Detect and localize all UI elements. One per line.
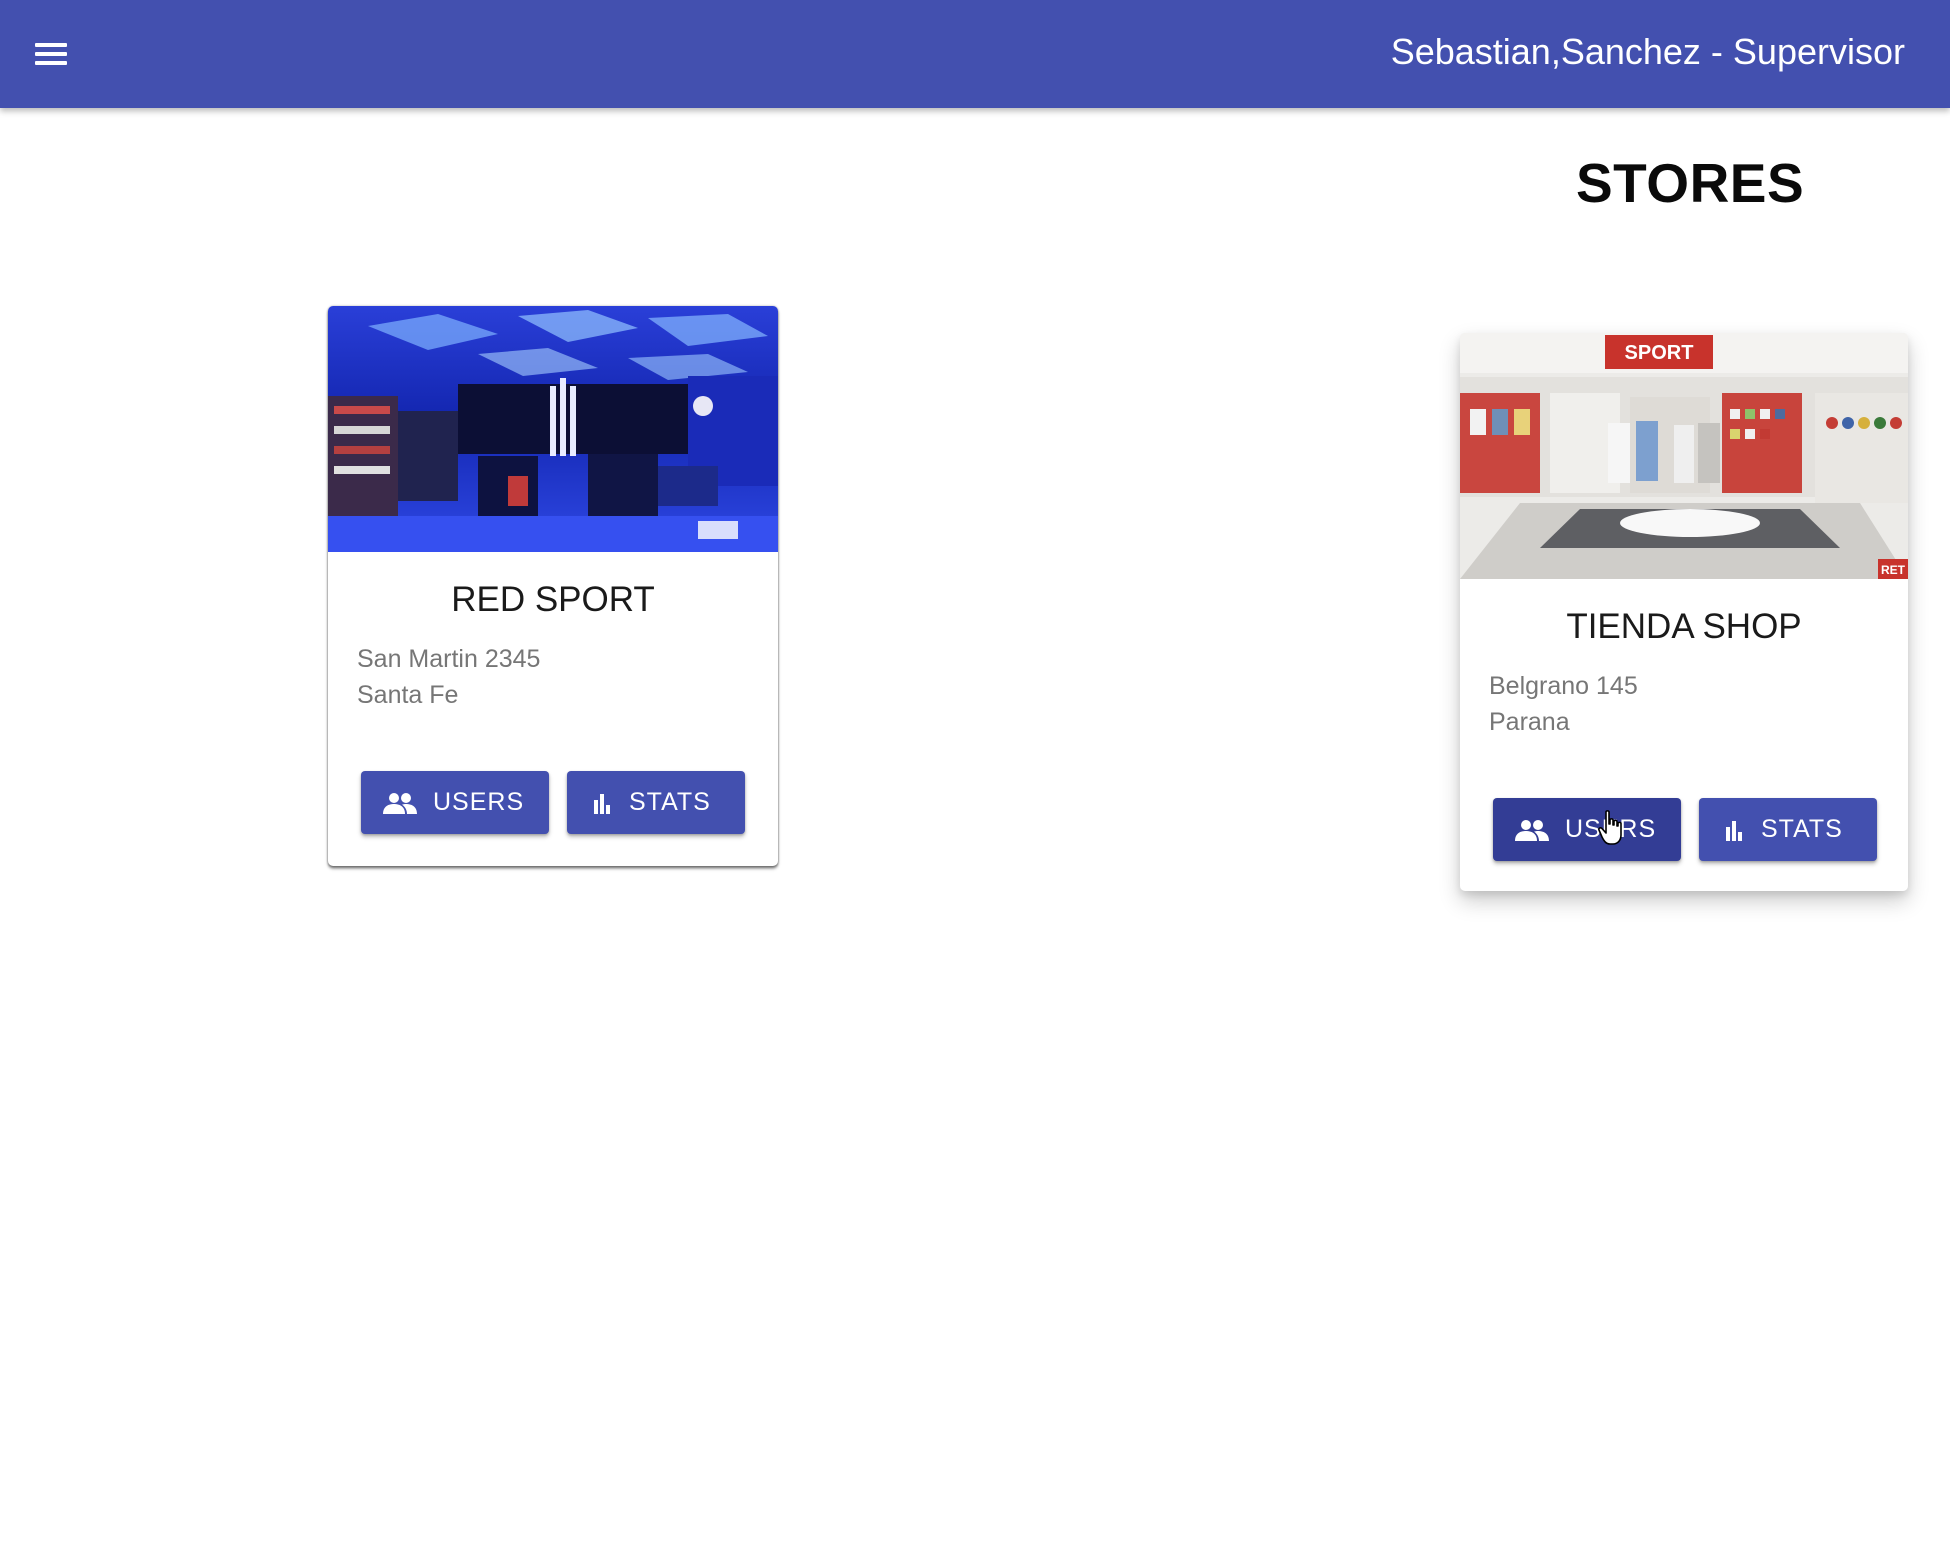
- app-bar: Sebastian,Sanchez - Supervisor: [0, 0, 1950, 108]
- user-name-label: Sebastian,Sanchez - Supervisor: [1390, 31, 1905, 72]
- people-icon: [1515, 819, 1549, 841]
- stats-button-label: STATS: [1761, 815, 1843, 843]
- store-image: [328, 306, 778, 552]
- users-button[interactable]: USERS: [1493, 798, 1681, 861]
- store-image: SPORT RET: [1460, 333, 1908, 579]
- store-city: Santa Fe: [357, 681, 459, 709]
- corner-tag-text: RET: [1881, 563, 1906, 577]
- people-icon: [383, 792, 417, 814]
- store-name: RED SPORT: [451, 580, 655, 619]
- store-card: SPORT RET TIENDA SHOP Belgrano 145 Paran…: [1460, 333, 1908, 891]
- stats-button[interactable]: STATS: [567, 771, 745, 834]
- store-card: RED SPORT San Martin 2345 Santa Fe USERS…: [328, 306, 778, 866]
- store-name: TIENDA SHOP: [1566, 607, 1802, 646]
- bar-chart-icon: [591, 792, 613, 814]
- users-button[interactable]: USERS: [361, 771, 549, 834]
- store-address: Belgrano 145: [1489, 672, 1638, 700]
- page-title: STORES: [1576, 152, 1805, 214]
- users-button-label: USERS: [433, 788, 525, 816]
- stats-button-label: STATS: [629, 788, 711, 816]
- stats-button[interactable]: STATS: [1699, 798, 1877, 861]
- store-address: San Martin 2345: [357, 645, 541, 673]
- store-sign-text: SPORT: [1625, 342, 1694, 364]
- store-city: Parana: [1489, 708, 1570, 736]
- hamburger-menu-icon[interactable]: [24, 30, 78, 78]
- bar-chart-icon: [1723, 819, 1745, 841]
- pointer-cursor-icon: [1598, 810, 1628, 846]
